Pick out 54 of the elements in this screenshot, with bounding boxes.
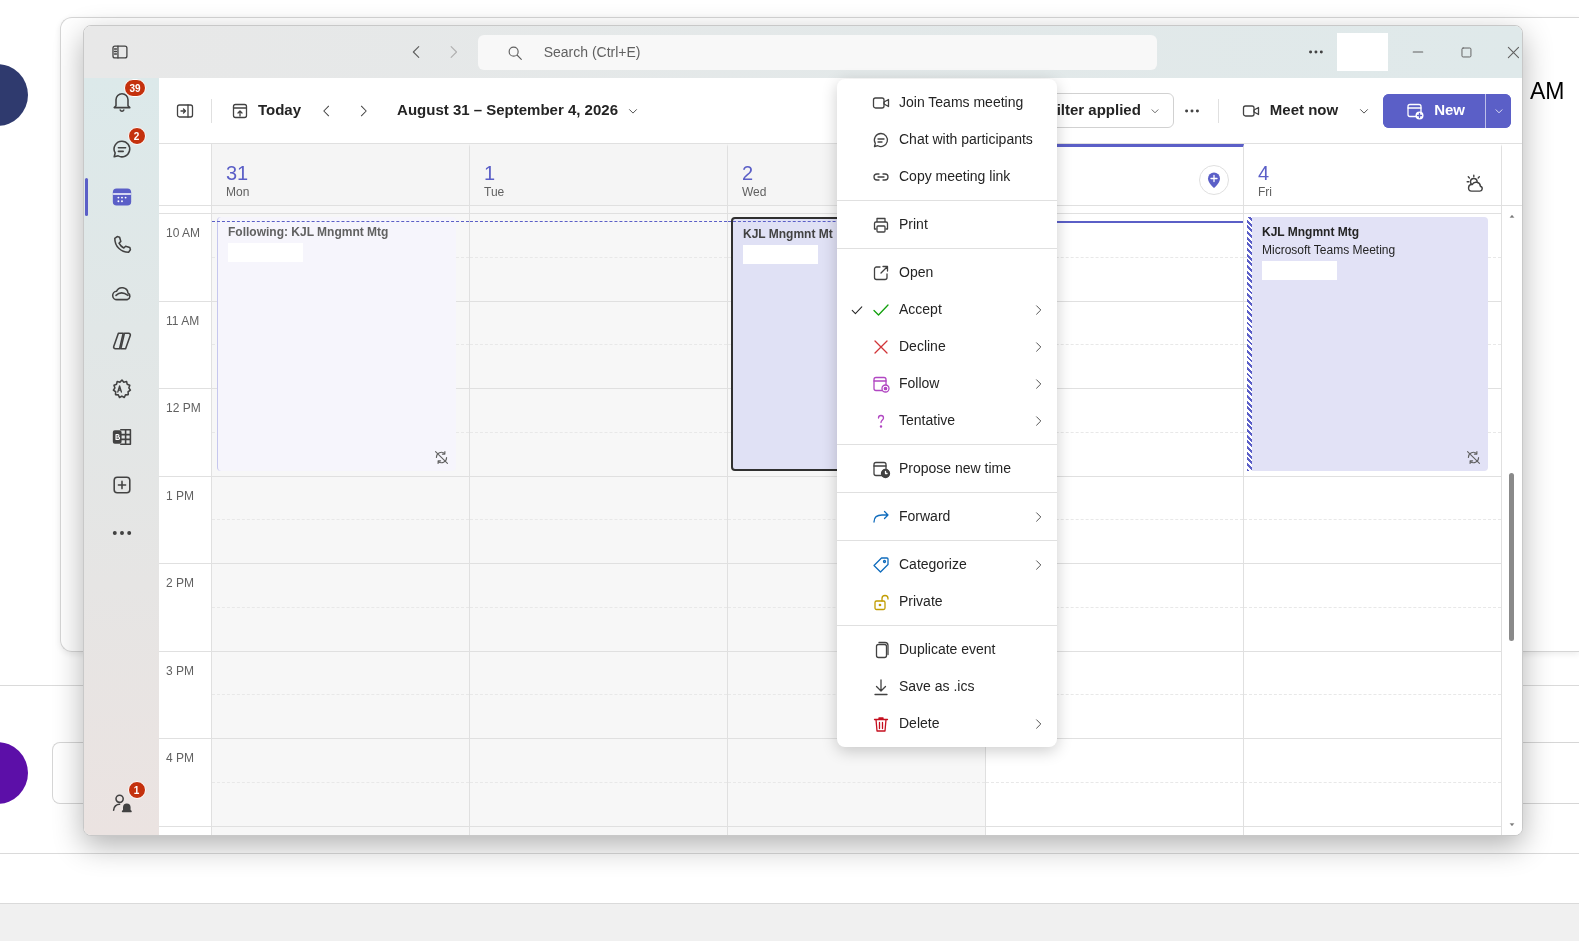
event-title: KJL Mngmnt Mtg [1262, 224, 1360, 241]
day-number: 4 [1258, 161, 1271, 185]
event-subtitle: Microsoft Teams Meeting [1262, 242, 1396, 259]
time-label: 3 PM [166, 663, 194, 678]
menu-item[interactable]: Forward [837, 498, 1057, 535]
weekday-label: Tue [484, 185, 505, 199]
search-field[interactable]: Search (Ctrl+E) [477, 34, 1157, 70]
event-card[interactable]: KJL Mngmnt Mtg Microsoft Teams Meeting [1247, 217, 1488, 471]
location-button[interactable] [1199, 165, 1229, 195]
menu-item[interactable]: Print [837, 206, 1057, 243]
scrollbar-thumb[interactable] [1509, 473, 1514, 641]
notification-badge: 2 [127, 127, 146, 145]
weekday-label: Wed [742, 185, 767, 199]
menu-item[interactable]: Decline [837, 328, 1057, 365]
menu-item[interactable]: Propose new time [837, 450, 1057, 487]
meet-now-button[interactable]: Meet now [1240, 99, 1339, 122]
weekday-label: Fri [1258, 185, 1272, 199]
scroll-up-icon [1508, 212, 1516, 220]
menu-item[interactable]: Copy meeting link [837, 158, 1057, 195]
sync-off-icon [1465, 449, 1482, 466]
menu-item[interactable]: Open [837, 254, 1057, 291]
notification-badge: 39 [124, 79, 146, 97]
maximize-icon[interactable] [1459, 44, 1475, 60]
sidebar-toggle-icon[interactable] [110, 42, 130, 62]
new-dropdown-button[interactable] [1485, 93, 1511, 128]
scroll-down-icon [1508, 821, 1516, 829]
menu-item[interactable]: Accept [837, 291, 1057, 328]
tag-icon [871, 554, 891, 575]
day-number: 31 [226, 161, 250, 185]
day-number: 2 [742, 161, 755, 185]
menu-item[interactable]: Delete [837, 705, 1057, 742]
menu-item[interactable]: Follow [837, 365, 1057, 402]
time-label: 11 AM [166, 313, 200, 328]
today-button[interactable]: Today [230, 99, 302, 122]
time-label: 12 PM [166, 401, 201, 415]
scrollbar[interactable] [1502, 206, 1522, 835]
event-title: Following: KJL Mngmnt Mtg [228, 224, 389, 241]
menu-item[interactable]: Categorize [837, 546, 1057, 583]
menu-item[interactable]: Private [837, 583, 1057, 620]
time-label: 4 PM [166, 751, 194, 765]
time-label: 2 PM [166, 576, 194, 590]
sync-off-icon [433, 449, 450, 466]
weekday-label: Mon [226, 185, 250, 199]
notification-badge: 1 [127, 781, 146, 799]
day-number: 1 [484, 161, 497, 185]
menu-item[interactable]: Duplicate event [837, 631, 1057, 668]
menu-item[interactable]: Tentative [837, 402, 1057, 439]
time-label: 1 PM [166, 488, 194, 503]
time-text: AM [1530, 77, 1565, 106]
event-title: KJL Mngmnt Mt [743, 226, 833, 243]
time-label: 10 AM [166, 226, 201, 240]
date-range-button[interactable]: August 31 – September 4, 2026 [397, 99, 640, 122]
menu-item[interactable]: Save as .ics [837, 668, 1057, 705]
event-card[interactable]: Following: KJL Mngmnt Mtg [217, 217, 456, 471]
